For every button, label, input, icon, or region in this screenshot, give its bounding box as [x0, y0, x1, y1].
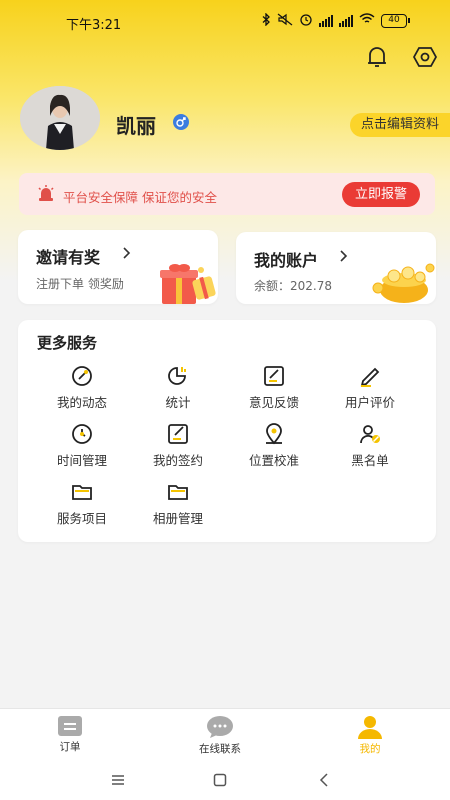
menu-icon[interactable]	[108, 770, 128, 790]
tab-orders[interactable]: 订单	[25, 715, 115, 754]
alarm-light-icon	[37, 185, 55, 205]
blacklist-icon	[358, 422, 382, 446]
chevron-right-icon	[338, 248, 348, 267]
account-title: 我的账户	[254, 251, 319, 270]
clock-icon	[70, 422, 94, 446]
review-icon	[358, 364, 382, 388]
back-icon[interactable]	[314, 770, 334, 790]
battery-icon: 40	[381, 13, 410, 28]
service-stats[interactable]: 统计	[133, 364, 223, 411]
feedback-icon	[262, 364, 286, 388]
folder-icon	[70, 480, 94, 504]
tab-online-contact[interactable]: 在线联系	[175, 715, 265, 756]
services-card: 更多服务 我的动态 统计 意见反馈 用户评价 时间管理 我的签约 位置校准 黑名…	[18, 320, 436, 542]
wifi-icon	[359, 13, 375, 28]
system-nav-bar	[0, 760, 450, 800]
bell-icon[interactable]	[362, 42, 392, 72]
chat-icon	[206, 715, 234, 739]
balance-value: 202.78	[290, 279, 333, 293]
signal-icon-1	[319, 14, 333, 27]
gift-box-icon	[156, 260, 218, 308]
location-icon	[262, 422, 286, 446]
settings-icon[interactable]	[410, 42, 440, 72]
order-icon	[57, 715, 83, 737]
dynamic-icon	[70, 364, 94, 388]
tab-mine[interactable]: 我的	[325, 715, 415, 756]
home-icon[interactable]	[210, 770, 230, 790]
service-feedback[interactable]: 意见反馈	[229, 364, 319, 411]
services-title: 更多服务	[37, 334, 98, 352]
safety-banner: 平台安全保障 保证您的安全 立即报警	[19, 173, 435, 215]
report-button[interactable]: 立即报警	[342, 182, 420, 207]
service-items[interactable]: 服务项目	[37, 480, 127, 527]
chevron-right-icon	[121, 245, 131, 264]
service-my-contract[interactable]: 我的签约	[133, 422, 223, 469]
album-icon	[166, 480, 190, 504]
status-time: 下午3:21	[66, 18, 122, 33]
male-gender-icon	[172, 113, 190, 135]
service-location-calibration[interactable]: 位置校准	[229, 422, 319, 469]
person-icon	[357, 715, 383, 739]
service-album-management[interactable]: 相册管理	[133, 480, 223, 527]
account-card[interactable]: 我的账户 余额：202.78	[236, 232, 436, 304]
service-user-review[interactable]: 用户评价	[325, 364, 415, 411]
balance-label: 余额：	[254, 279, 291, 293]
signal-icon-2	[339, 14, 353, 27]
user-name: 凯丽	[116, 114, 156, 138]
bottom-nav: 订单 在线联系 我的	[0, 708, 450, 760]
mute-icon	[277, 13, 293, 29]
service-my-dynamic[interactable]: 我的动态	[37, 364, 127, 411]
alarm-icon	[299, 12, 313, 29]
safety-text: 平台安全保障 保证您的安全	[63, 190, 217, 205]
status-bar: 下午3:21 40	[0, 0, 450, 44]
stats-icon	[166, 364, 190, 388]
bluetooth-icon	[262, 11, 271, 29]
invite-card[interactable]: 邀请有奖 注册下单 领奖励	[18, 230, 218, 304]
status-icons: 40	[262, 11, 410, 29]
contract-icon	[166, 422, 190, 446]
avatar[interactable]	[20, 86, 100, 150]
account-balance: 余额：202.78	[254, 277, 332, 294]
service-blacklist[interactable]: 黑名单	[325, 422, 415, 469]
edit-profile-button[interactable]: 点击编辑资料	[350, 113, 450, 137]
invite-title: 邀请有奖	[36, 248, 101, 267]
service-time-management[interactable]: 时间管理	[37, 422, 127, 469]
invite-subtitle: 注册下单 领奖励	[36, 277, 124, 291]
coin-pot-icon	[370, 260, 436, 308]
